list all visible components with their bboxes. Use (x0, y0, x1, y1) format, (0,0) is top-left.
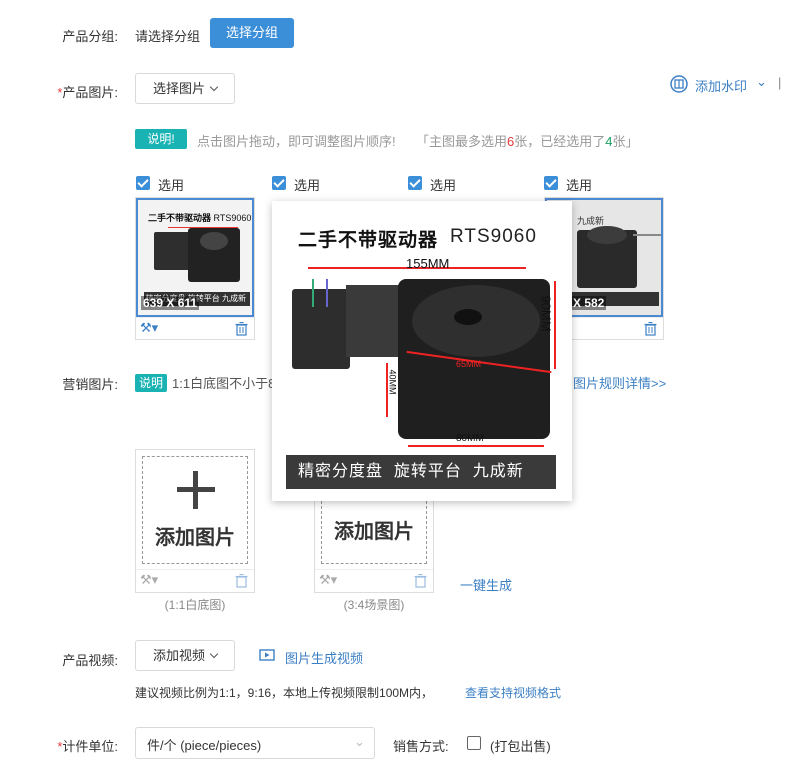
product-image-card-1[interactable]: 二手不带驱动器 RTS9060 精密分度盘 旋转平台 九成新 639 X 611… (135, 197, 255, 340)
unit-select-value: 件/个 (piece/pieces) (147, 738, 262, 753)
dim-top-label: 155MM (406, 256, 450, 271)
disk-shape (587, 226, 627, 244)
marketing-tip-tag: 说明 (135, 374, 167, 392)
divider: | (778, 75, 782, 90)
chevron-down-icon (209, 649, 219, 659)
cable-shape (633, 234, 661, 244)
add-image-label: 添加图片 (334, 521, 414, 543)
preview-caption: 精密分度盘 旋转平台 九成新 (286, 455, 556, 489)
watermark-label: 添加水印 (695, 79, 748, 94)
bundle-sale-checkbox[interactable] (467, 736, 481, 750)
group-label: 产品分组: (62, 29, 118, 44)
sale-method-label: 销售方式: (393, 739, 449, 754)
trash-icon[interactable] (235, 574, 248, 588)
dimension-line-base (408, 445, 544, 447)
thumb-title: 二手不带驱动器 RTS9060 (148, 213, 252, 223)
trash-icon[interactable] (235, 322, 248, 336)
dim-base-label: 80MM (456, 433, 484, 444)
preview-model: RTS9060 (450, 226, 537, 247)
images-label: *产品图片: (57, 85, 118, 100)
bundle-sale-label: (打包出售) (490, 739, 551, 754)
select-label: 选用 (566, 178, 593, 193)
image-rules-link[interactable]: 图片规则详情>> (573, 373, 666, 392)
thumb-toolbar: ⚒▾ (136, 317, 254, 339)
divider (136, 569, 254, 570)
scene-caption: (3:4场景图) (343, 598, 405, 612)
watermark-icon (670, 75, 688, 93)
motor-shape (154, 232, 192, 270)
select-images-button[interactable]: 选择图片 (135, 73, 235, 104)
plus-icon-vertical (193, 471, 198, 509)
image-count-text: 「主图最多选用6张，已经选用了4张」 (416, 134, 639, 149)
image-dimensions: X 582 (571, 296, 607, 310)
dim-inner-label: 65MM (456, 359, 482, 369)
magic-wand-icon[interactable]: ⚒▾ (140, 572, 158, 588)
marketing-tip-text: 1:1白底图不小于8 (172, 376, 276, 391)
select-group-button[interactable]: 选择分组 (210, 18, 294, 48)
marketing-label: 营销图片: (62, 377, 118, 392)
add-image-dropzone[interactable]: 添加图片 (142, 456, 248, 564)
select-label: 选用 (294, 178, 321, 193)
select-checkbox-1[interactable] (136, 176, 150, 190)
motor-coupler (346, 285, 404, 357)
thumb-new-text: 九成新 (577, 216, 605, 226)
watermark-dropdown[interactable]: 添加水印 ⌄ | (670, 74, 786, 95)
select-checkbox-4[interactable] (544, 176, 558, 190)
trash-icon[interactable] (644, 322, 657, 336)
group-placeholder: 请选择分组 (135, 29, 201, 44)
unit-label: *计件单位: (57, 739, 118, 754)
tip-tag: 说明! (135, 129, 187, 149)
tip-text: 点击图片拖动，即可调整图片顺序! (197, 134, 396, 149)
image-preview-popup: 二手不带驱动器 RTS9060 155MM 65MM 90MM 40MM 80M… (272, 201, 572, 501)
white-bg-caption: (1:1白底图) (164, 598, 226, 612)
add-white-bg-image-card[interactable]: 添加图片 ⚒▾ (135, 449, 255, 593)
dim-line (168, 227, 238, 228)
film-icon (259, 648, 275, 662)
chevron-down-icon: ⌄ (756, 74, 767, 89)
chevron-down-icon (209, 82, 219, 92)
select-checkbox-3[interactable] (408, 176, 422, 190)
motor-wires (312, 279, 328, 307)
image-dimensions: 639 X 611 (141, 296, 200, 310)
image-to-video-link[interactable]: 图片生成视频 (285, 648, 363, 667)
magic-wand-icon[interactable]: ⚒▾ (140, 320, 158, 336)
video-hint: 建议视频比例为1:1，9:16，本地上传视频限制100M内， (135, 686, 434, 700)
dim-height-label: 40MM (387, 369, 398, 395)
supported-formats-link[interactable]: 查看支持视频格式 (465, 684, 561, 701)
select-checkbox-2[interactable] (272, 176, 286, 190)
rotary-hub (454, 309, 482, 325)
unit-select[interactable]: 件/个 (piece/pieces) ⌄ (135, 727, 375, 759)
add-image-label: 添加图片 (155, 527, 235, 549)
magic-wand-icon[interactable]: ⚒▾ (319, 572, 337, 588)
one-click-generate-link[interactable]: 一键生成 (460, 575, 512, 594)
chevron-down-icon: ⌄ (354, 734, 365, 749)
divider (315, 569, 433, 570)
product-image-1[interactable]: 二手不带驱动器 RTS9060 精密分度盘 旋转平台 九成新 639 X 611 (136, 198, 254, 317)
dimension-line-side (554, 281, 556, 369)
select-label: 选用 (158, 178, 185, 193)
video-label: 产品视频: (62, 653, 118, 668)
dim-side-label: 90MM (538, 295, 554, 332)
add-video-button[interactable]: 添加视频 (135, 640, 235, 671)
preview-title: 二手不带驱动器 (298, 230, 439, 251)
select-label: 选用 (430, 178, 457, 193)
trash-icon[interactable] (414, 574, 427, 588)
disk-shape (200, 232, 228, 250)
